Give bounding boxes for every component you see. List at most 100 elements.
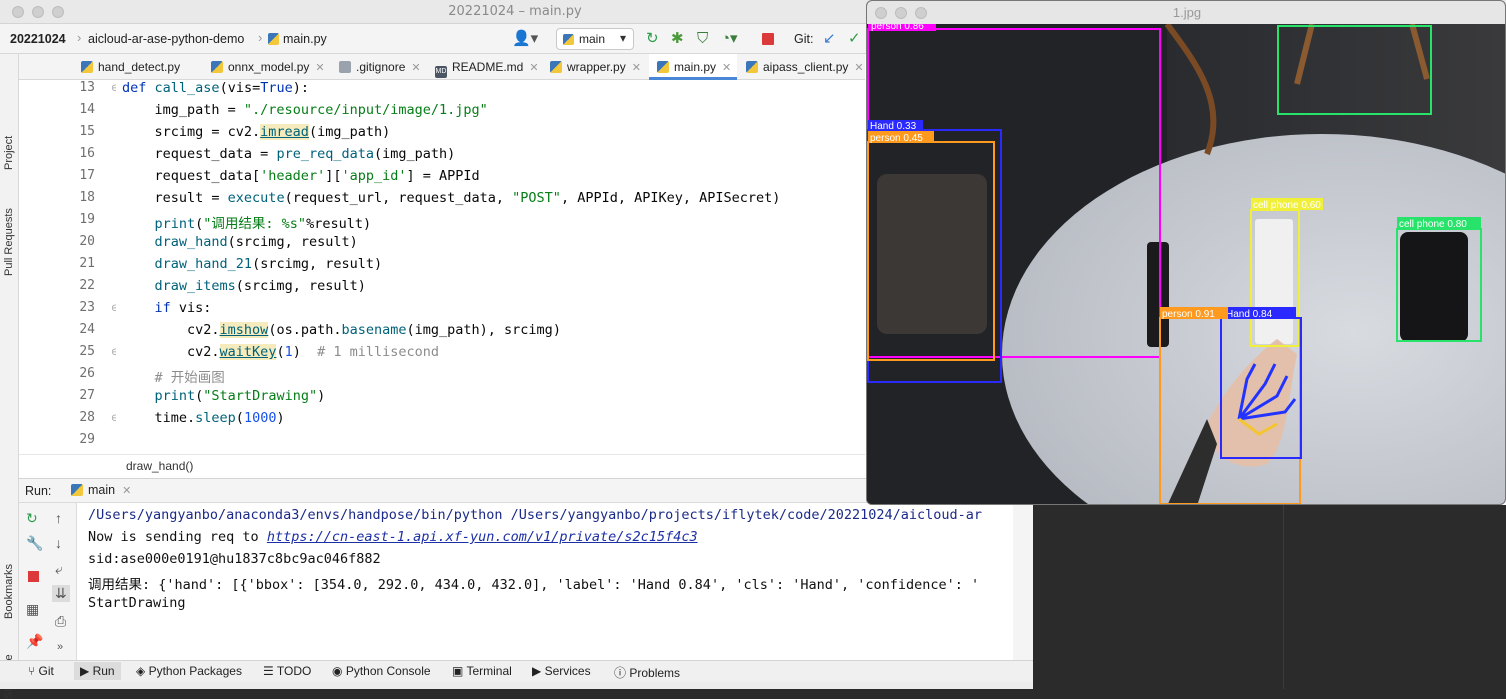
label-overlap [1222,307,1228,319]
code-line: # 开始画图 [154,370,225,386]
detection-label: Hand 0.33 [870,121,917,132]
detection-label: cell phone 0.60 [1253,200,1321,211]
problems-tool-button[interactable]: ⓘ Problems [614,664,680,681]
run-tool-button[interactable]: ▶ Run [74,662,121,680]
code-line: draw_hand(srcimg, result) [154,234,358,250]
close-tab-icon[interactable]: ✕ [411,62,420,74]
line-number: 16 [79,146,95,161]
project-tool-button[interactable]: Project [3,136,15,170]
soft-wrap-icon[interactable]: ⤶ [55,561,63,578]
stop-icon[interactable] [28,571,39,582]
tab-hand-detect[interactable]: hand_detect.py [81,54,180,80]
close-tab-icon[interactable]: ✕ [122,485,131,497]
line-number: 20 [79,234,95,249]
terminal-tool-button[interactable]: ▣ Terminal [452,664,512,678]
code-line: request_data['header']['app_id'] = APPId [122,168,480,184]
tab-gitignore[interactable]: .gitignore ✕ [339,54,421,80]
rerun-icon[interactable]: ↻ [26,510,38,527]
tool-label: Run [92,664,115,678]
branch-selector[interactable]: main ▾ [556,28,634,50]
git-label: Git: [794,32,814,46]
stop-icon[interactable] [762,33,774,45]
line-number: 27 [79,388,95,403]
line-number: 24 [79,322,95,337]
tab-wrapper[interactable]: wrapper.py ✕ [550,54,641,80]
code-line: result = execute(request_url, request_da… [122,190,781,206]
coverage-icon[interactable]: ⛉ [697,30,708,48]
breadcrumb-folder[interactable]: aicloud-ar-ase-python-demo [88,32,244,46]
breadcrumb-file[interactable]: main.py [268,32,327,46]
services-tool-button[interactable]: ▶ Services [532,664,591,678]
console-scrollbar[interactable] [1013,503,1033,660]
git-update-icon[interactable]: ↙ [823,30,836,48]
branch-icon: ⑂ [28,664,39,678]
line-number: 25 [79,344,95,359]
detection-image: person 0.86 Hand 0.33 person 0.45 cell p… [867,24,1505,504]
code-line: cv2.imshow(os.path.basename(img_path), s… [122,322,561,338]
user-icon[interactable]: 👤▾ [512,30,538,48]
code-line: srcimg = cv2.imread(img_path) [122,124,391,140]
python-file-icon [211,61,223,73]
tool-label: Python Console [345,664,431,678]
close-tab-icon[interactable]: ✕ [315,62,324,74]
tab-main[interactable]: main.py ✕ [649,54,738,80]
print-icon[interactable]: ⎙ [55,613,66,630]
scroll-up-icon[interactable]: ↑ [55,510,62,526]
detection-label: cell phone 0.80 [1399,219,1467,230]
pin-icon[interactable]: 📌 [26,633,43,650]
layout-icon[interactable]: ▦ [26,601,39,618]
python-file-icon [81,61,93,73]
tab-readme[interactable]: MD README.md ✕ [435,54,539,80]
play-icon: ▶ [80,664,93,678]
rerun-icon[interactable]: ↻ [646,30,659,48]
tool-label: Python Packages [148,664,242,678]
code-line: request_data = pre_req_data(img_path) [122,146,456,162]
todo-tool-button[interactable]: ☰ TODO [263,664,311,678]
code-breadcrumb[interactable]: draw_hand() [19,454,865,475]
python-icon: ◉ [332,664,346,678]
close-tab-icon[interactable]: ✕ [529,62,538,74]
python-console-tool-button[interactable]: ◉ Python Console [332,664,431,678]
debug-icon[interactable]: ✱ [671,30,684,48]
tab-label: main.py [674,60,717,74]
profile-icon[interactable]: ◔▾ [721,30,738,48]
request-url-link[interactable]: https://cn-east-1.api.xf-yun.com/v1/priv… [267,529,698,545]
tab-aipass-client[interactable]: aipass_client.py ✕ [746,54,864,80]
list-icon: ☰ [263,664,277,678]
console-output[interactable]: /Users/yangyanbo/anaconda3/envs/handpose… [77,503,1013,660]
tool-label: Terminal [466,664,512,678]
python-packages-tool-button[interactable]: ◈ Python Packages [136,664,242,678]
phone-black [1400,232,1468,342]
function-breadcrumb[interactable]: draw_hand() [126,459,193,473]
editor-tabs: hand_detect.py onnx_model.py ✕ .gitignore… [19,54,865,80]
run-config-tab[interactable]: main ✕ [71,483,131,497]
tool-label: Services [544,664,591,678]
console-line: StartDrawing [88,595,186,611]
python-file-icon [550,61,562,73]
git-commit-icon[interactable]: ✓ [848,30,861,48]
close-tab-icon[interactable]: ✕ [854,62,863,74]
git-tool-button[interactable]: ⑂ Git [28,664,54,678]
tool-label: Git [38,664,54,678]
tab-label: .gitignore [356,60,406,74]
terminal-icon: ▣ [452,664,467,678]
more-icon[interactable]: » [57,641,63,653]
console-line: 调用结果: {'hand': [{'bbox': [354.0, 292.0, … [88,577,980,593]
tab-onnx-model[interactable]: onnx_model.py ✕ [211,54,325,80]
code-editor[interactable]: def call_ase(vis=True): img_path = "./re… [116,80,865,454]
console-line: sid:ase000e0191@hu1837c8bc9ac046f882 [88,551,381,567]
close-tab-icon[interactable]: ✕ [632,62,641,74]
blurred-hand [877,174,987,334]
pull-requests-tool-button[interactable]: Pull Requests [3,208,15,276]
wrench-icon[interactable]: 🔧 [26,535,43,552]
left-tool-strip: Project Pull Requests Bookmarks Structur… [0,54,19,699]
scroll-down-icon[interactable]: ↓ [55,535,62,551]
tab-label: wrapper.py [567,60,626,74]
info-icon: ⓘ [614,666,630,680]
bottom-tool-bar: ⑂ Git ▶ Run ◈ Python Packages ☰ TODO ◉ P… [0,660,1033,682]
breadcrumb-project[interactable]: 20221024 [10,32,66,46]
close-tab-icon[interactable]: ✕ [722,62,731,74]
scroll-to-end-icon[interactable]: ⇊ [52,585,70,602]
code-line: print("StartDrawing") [154,388,326,404]
bookmarks-tool-button[interactable]: Bookmarks [3,564,15,619]
